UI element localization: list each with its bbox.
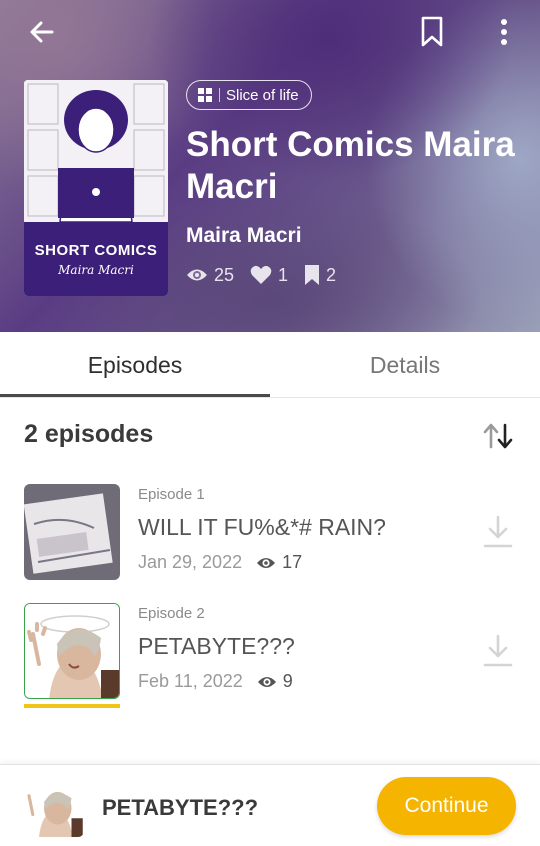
episode-number: Episode 2 xyxy=(138,605,205,622)
episode-read-progress xyxy=(24,704,120,708)
sort-arrows-icon xyxy=(483,423,513,449)
current-episode-title: PETABYTE??? xyxy=(102,795,259,820)
episode-row[interactable]: Episode 2 PETABYTE??? Feb 11, 2022 9 xyxy=(0,603,540,713)
download-button[interactable] xyxy=(480,512,516,552)
episode-number: Episode 1 xyxy=(138,486,205,503)
back-button[interactable] xyxy=(24,14,60,50)
episode-row[interactable]: Episode 1 WILL IT FU%&*# RAIN? Jan 29, 2… xyxy=(0,484,540,594)
bookmark-button[interactable] xyxy=(414,14,450,50)
episodes-count-heading: 2 episodes xyxy=(24,420,154,448)
episode-title: WILL IT FU%&*# RAIN? xyxy=(138,514,386,540)
views-stat: 25 xyxy=(186,265,234,286)
sort-button[interactable] xyxy=(480,420,516,452)
tab-episodes[interactable]: Episodes xyxy=(0,332,270,398)
continue-reading-bar: PETABYTE??? Continue xyxy=(0,764,540,846)
episode-thumbnail xyxy=(24,603,120,699)
genre-label: Slice of life xyxy=(226,86,299,104)
series-title: Short Comics Maira Macri xyxy=(186,125,515,206)
episode-views: 17 xyxy=(256,552,302,573)
episode-views-count: 9 xyxy=(282,671,293,691)
bookmarks-count: 2 xyxy=(326,264,337,285)
download-icon xyxy=(483,634,513,667)
eye-icon xyxy=(187,269,207,281)
continue-button[interactable]: Continue xyxy=(377,777,516,835)
heart-icon xyxy=(250,265,272,284)
tab-bar: Episodes Details xyxy=(0,332,540,398)
bookmark-icon xyxy=(421,16,443,47)
genre-divider xyxy=(219,88,220,102)
active-tab-indicator xyxy=(0,394,270,397)
more-options-button[interactable] xyxy=(486,14,522,50)
episode-meta: Jan 29, 2022 17 xyxy=(138,552,302,573)
cover-title: SHORT COMICS xyxy=(34,241,158,259)
genre-tag[interactable]: Slice of life xyxy=(186,80,312,110)
bookmarks-stat: 2 xyxy=(304,264,336,286)
likes-stat: 1 xyxy=(250,265,288,286)
episode-date: Jan 29, 2022 xyxy=(138,552,243,572)
episode-views: 9 xyxy=(257,671,293,692)
series-author[interactable]: Maira Macri xyxy=(186,224,302,248)
episode-meta: Feb 11, 2022 9 xyxy=(138,671,293,692)
grid-icon xyxy=(198,88,212,102)
tab-details[interactable]: Details xyxy=(270,332,540,398)
current-episode-thumbnail xyxy=(24,777,84,837)
cover-title-band: SHORT COMICS Maira Macri xyxy=(24,222,168,296)
eye-icon xyxy=(257,557,276,568)
views-count: 25 xyxy=(214,264,235,285)
series-cover: SHORT COMICS Maira Macri xyxy=(24,80,168,296)
download-icon xyxy=(483,515,513,548)
cover-subtitle: Maira Macri xyxy=(58,262,134,277)
arrow-left-icon xyxy=(30,21,54,43)
series-header: SHORT COMICS Maira Macri Slice of life S… xyxy=(0,0,540,332)
bookmark-filled-icon xyxy=(305,265,320,285)
episode-thumbnail xyxy=(24,484,120,580)
cover-illustration xyxy=(24,80,168,223)
episode-title: PETABYTE??? xyxy=(138,633,295,659)
more-vertical-icon xyxy=(501,19,507,45)
likes-count: 1 xyxy=(278,264,289,285)
eye-icon xyxy=(257,676,276,687)
episode-views-count: 17 xyxy=(282,552,303,572)
series-stats: 25 1 2 xyxy=(186,264,336,286)
download-button[interactable] xyxy=(480,631,516,671)
episode-date: Feb 11, 2022 xyxy=(138,671,243,691)
